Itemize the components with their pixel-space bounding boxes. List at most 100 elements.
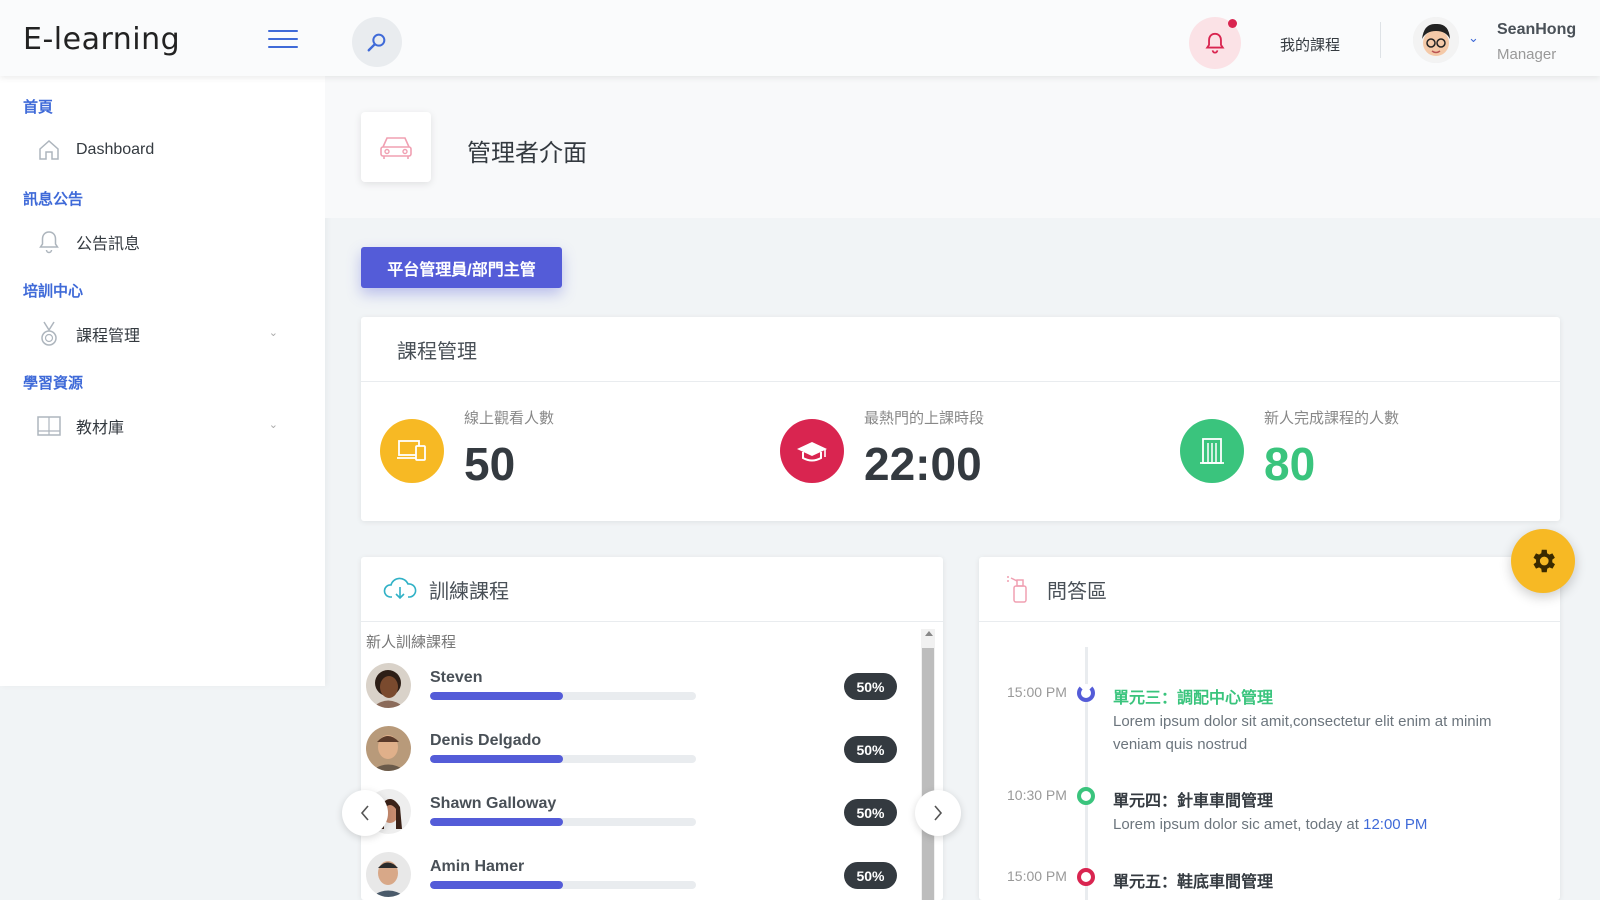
sidebar-item-label: 教材庫 — [76, 420, 125, 437]
timeline-time-link[interactable]: 12:00 PM — [1363, 816, 1427, 833]
bell-icon — [1205, 32, 1225, 54]
card-header: 問答區 — [979, 557, 1560, 622]
training-card: 訓練課程 新人訓練課程 Steven 50% Denis Delgado 50%… — [361, 557, 943, 900]
progress-fill — [430, 818, 563, 826]
cloud-download-icon — [383, 577, 417, 600]
chevron-left-icon — [360, 805, 369, 821]
carousel-prev-button[interactable] — [342, 790, 388, 836]
timeline-dot — [1077, 787, 1095, 805]
progress-fill — [430, 881, 563, 889]
stat-label: 最熱門的上課時段 — [864, 410, 985, 427]
list-item[interactable]: Amin Hamer 50% — [366, 852, 906, 900]
building-icon — [1180, 419, 1244, 483]
sidebar-item-course-management[interactable]: 課程管理 ⌄ — [34, 316, 294, 352]
gear-icon — [1533, 549, 1555, 573]
stat-value: 80 — [1264, 438, 1316, 490]
carousel-next-button[interactable] — [915, 790, 961, 836]
sidebar-item-label: 公告訊息 — [76, 236, 141, 253]
scrollbar-thumb[interactable] — [922, 648, 934, 900]
progress-badge: 50% — [844, 862, 897, 889]
progress-bar — [430, 818, 696, 826]
card-title: 課程管理 — [361, 317, 1560, 382]
sidebar-item-material-library[interactable]: 教材庫 ⌄ — [34, 408, 294, 444]
card-title: 問答區 — [1047, 580, 1107, 603]
timeline-title[interactable]: 單元四：針車車間管理 — [1113, 787, 1273, 811]
car-icon — [361, 112, 431, 182]
person-name: Shawn Galloway — [430, 795, 557, 812]
timeline-time: 15:00 PM — [1007, 868, 1067, 884]
progress-bar — [430, 692, 696, 700]
chevron-down-icon[interactable]: ⌄ — [1468, 30, 1479, 46]
training-list[interactable]: 新人訓練課程 Steven 50% Denis Delgado 50% Shaw… — [361, 623, 921, 900]
timeline-time: 15:00 PM — [1007, 684, 1067, 700]
medal-icon — [34, 319, 64, 349]
course-management-card: 課程管理 線上觀看人數 50 最熱門的上課時段 22:00 新人完成課程的人數 … — [361, 317, 1560, 521]
graduation-cap-icon — [780, 419, 844, 483]
chevron-down-icon: ⌄ — [268, 419, 278, 431]
page-title: 管理者介面 — [467, 140, 587, 167]
chevron-down-icon: ⌄ — [268, 327, 278, 339]
avatar — [366, 852, 411, 897]
progress-fill — [430, 692, 563, 700]
settings-button[interactable] — [1511, 529, 1575, 593]
timeline-title[interactable]: 單元五：鞋底車間管理 — [1113, 868, 1273, 892]
list-item[interactable]: Shawn Galloway 50% — [366, 789, 906, 837]
chevron-right-icon — [934, 805, 943, 821]
timeline-desc: Lorem ipsum dolor sit amit,consectetur e… — [1113, 713, 1492, 753]
sidebar-heading-announcements: 訊息公告 — [23, 191, 84, 208]
timeline-desc: Lorem ipsum dolor sic amet, today at 12:… — [1113, 813, 1533, 836]
avatar — [366, 726, 411, 771]
sidebar-heading-training: 培訓中心 — [23, 283, 84, 300]
menu-toggle-button[interactable] — [268, 30, 298, 50]
stat-label: 新人完成課程的人數 — [1264, 410, 1400, 427]
list-label: 新人訓練課程 — [366, 634, 457, 651]
home-icon — [34, 135, 64, 165]
my-courses-link[interactable]: 我的課程 — [1280, 34, 1340, 55]
person-name: Steven — [430, 669, 483, 686]
role-button[interactable]: 平台管理員/部門主管 — [361, 247, 562, 288]
sidebar-item-dashboard[interactable]: Dashboard — [34, 132, 294, 168]
spray-bottle-icon — [1007, 576, 1027, 603]
card-header: 訓練課程 — [361, 557, 943, 622]
header-divider — [1380, 22, 1381, 58]
top-header: E-learning 我的課程 ⌄ SeanHong Manager — [0, 0, 1600, 76]
book-icon — [34, 411, 64, 441]
timeline-dot — [1077, 868, 1095, 886]
app-logo[interactable]: E-learning — [23, 22, 180, 57]
person-name: Denis Delgado — [430, 732, 542, 749]
bell-icon — [34, 227, 64, 257]
progress-badge: 50% — [844, 673, 897, 700]
timeline-title[interactable]: 單元三：調配中心管理 — [1113, 684, 1273, 708]
timeline-dot — [1077, 684, 1095, 702]
scroll-up-arrow-icon[interactable] — [925, 631, 933, 636]
timeline-desc-text: Lorem ipsum dolor sic amet, today at — [1113, 816, 1364, 833]
user-name: SeanHong — [1497, 21, 1577, 38]
progress-fill — [430, 755, 563, 763]
hamburger-icon — [268, 30, 298, 32]
progress-badge: 50% — [844, 799, 897, 826]
stat-value: 50 — [464, 438, 516, 490]
timeline-time: 10:30 PM — [1007, 787, 1067, 803]
notification-dot — [1228, 19, 1237, 28]
progress-bar — [430, 881, 696, 889]
user-avatar[interactable] — [1413, 17, 1459, 63]
card-title: 訓練課程 — [429, 580, 509, 603]
progress-badge: 50% — [844, 736, 897, 763]
sidebar-heading-home: 首頁 — [23, 99, 54, 116]
search-icon — [367, 33, 386, 52]
page-title-bar: 管理者介面 — [325, 76, 1600, 218]
sidebar-item-label: 課程管理 — [76, 328, 141, 345]
stat-value: 22:00 — [864, 438, 982, 490]
notifications-button[interactable] — [1189, 17, 1241, 69]
stat-label: 線上觀看人數 — [464, 410, 555, 427]
sidebar-item-announcements[interactable]: 公告訊息 — [34, 224, 294, 260]
sidebar-item-label: Dashboard — [76, 141, 155, 158]
search-button[interactable] — [352, 17, 402, 67]
user-role: Manager — [1497, 46, 1557, 63]
person-name: Amin Hamer — [430, 858, 525, 875]
sidebar-heading-resources: 學習資源 — [23, 375, 84, 392]
avatar — [366, 663, 411, 708]
list-item[interactable]: Denis Delgado 50% — [366, 726, 906, 774]
qa-card: 問答區 15:00 PM 單元三：調配中心管理 Lorem ipsum dolo… — [979, 557, 1560, 900]
list-item[interactable]: Steven 50% — [366, 663, 906, 711]
